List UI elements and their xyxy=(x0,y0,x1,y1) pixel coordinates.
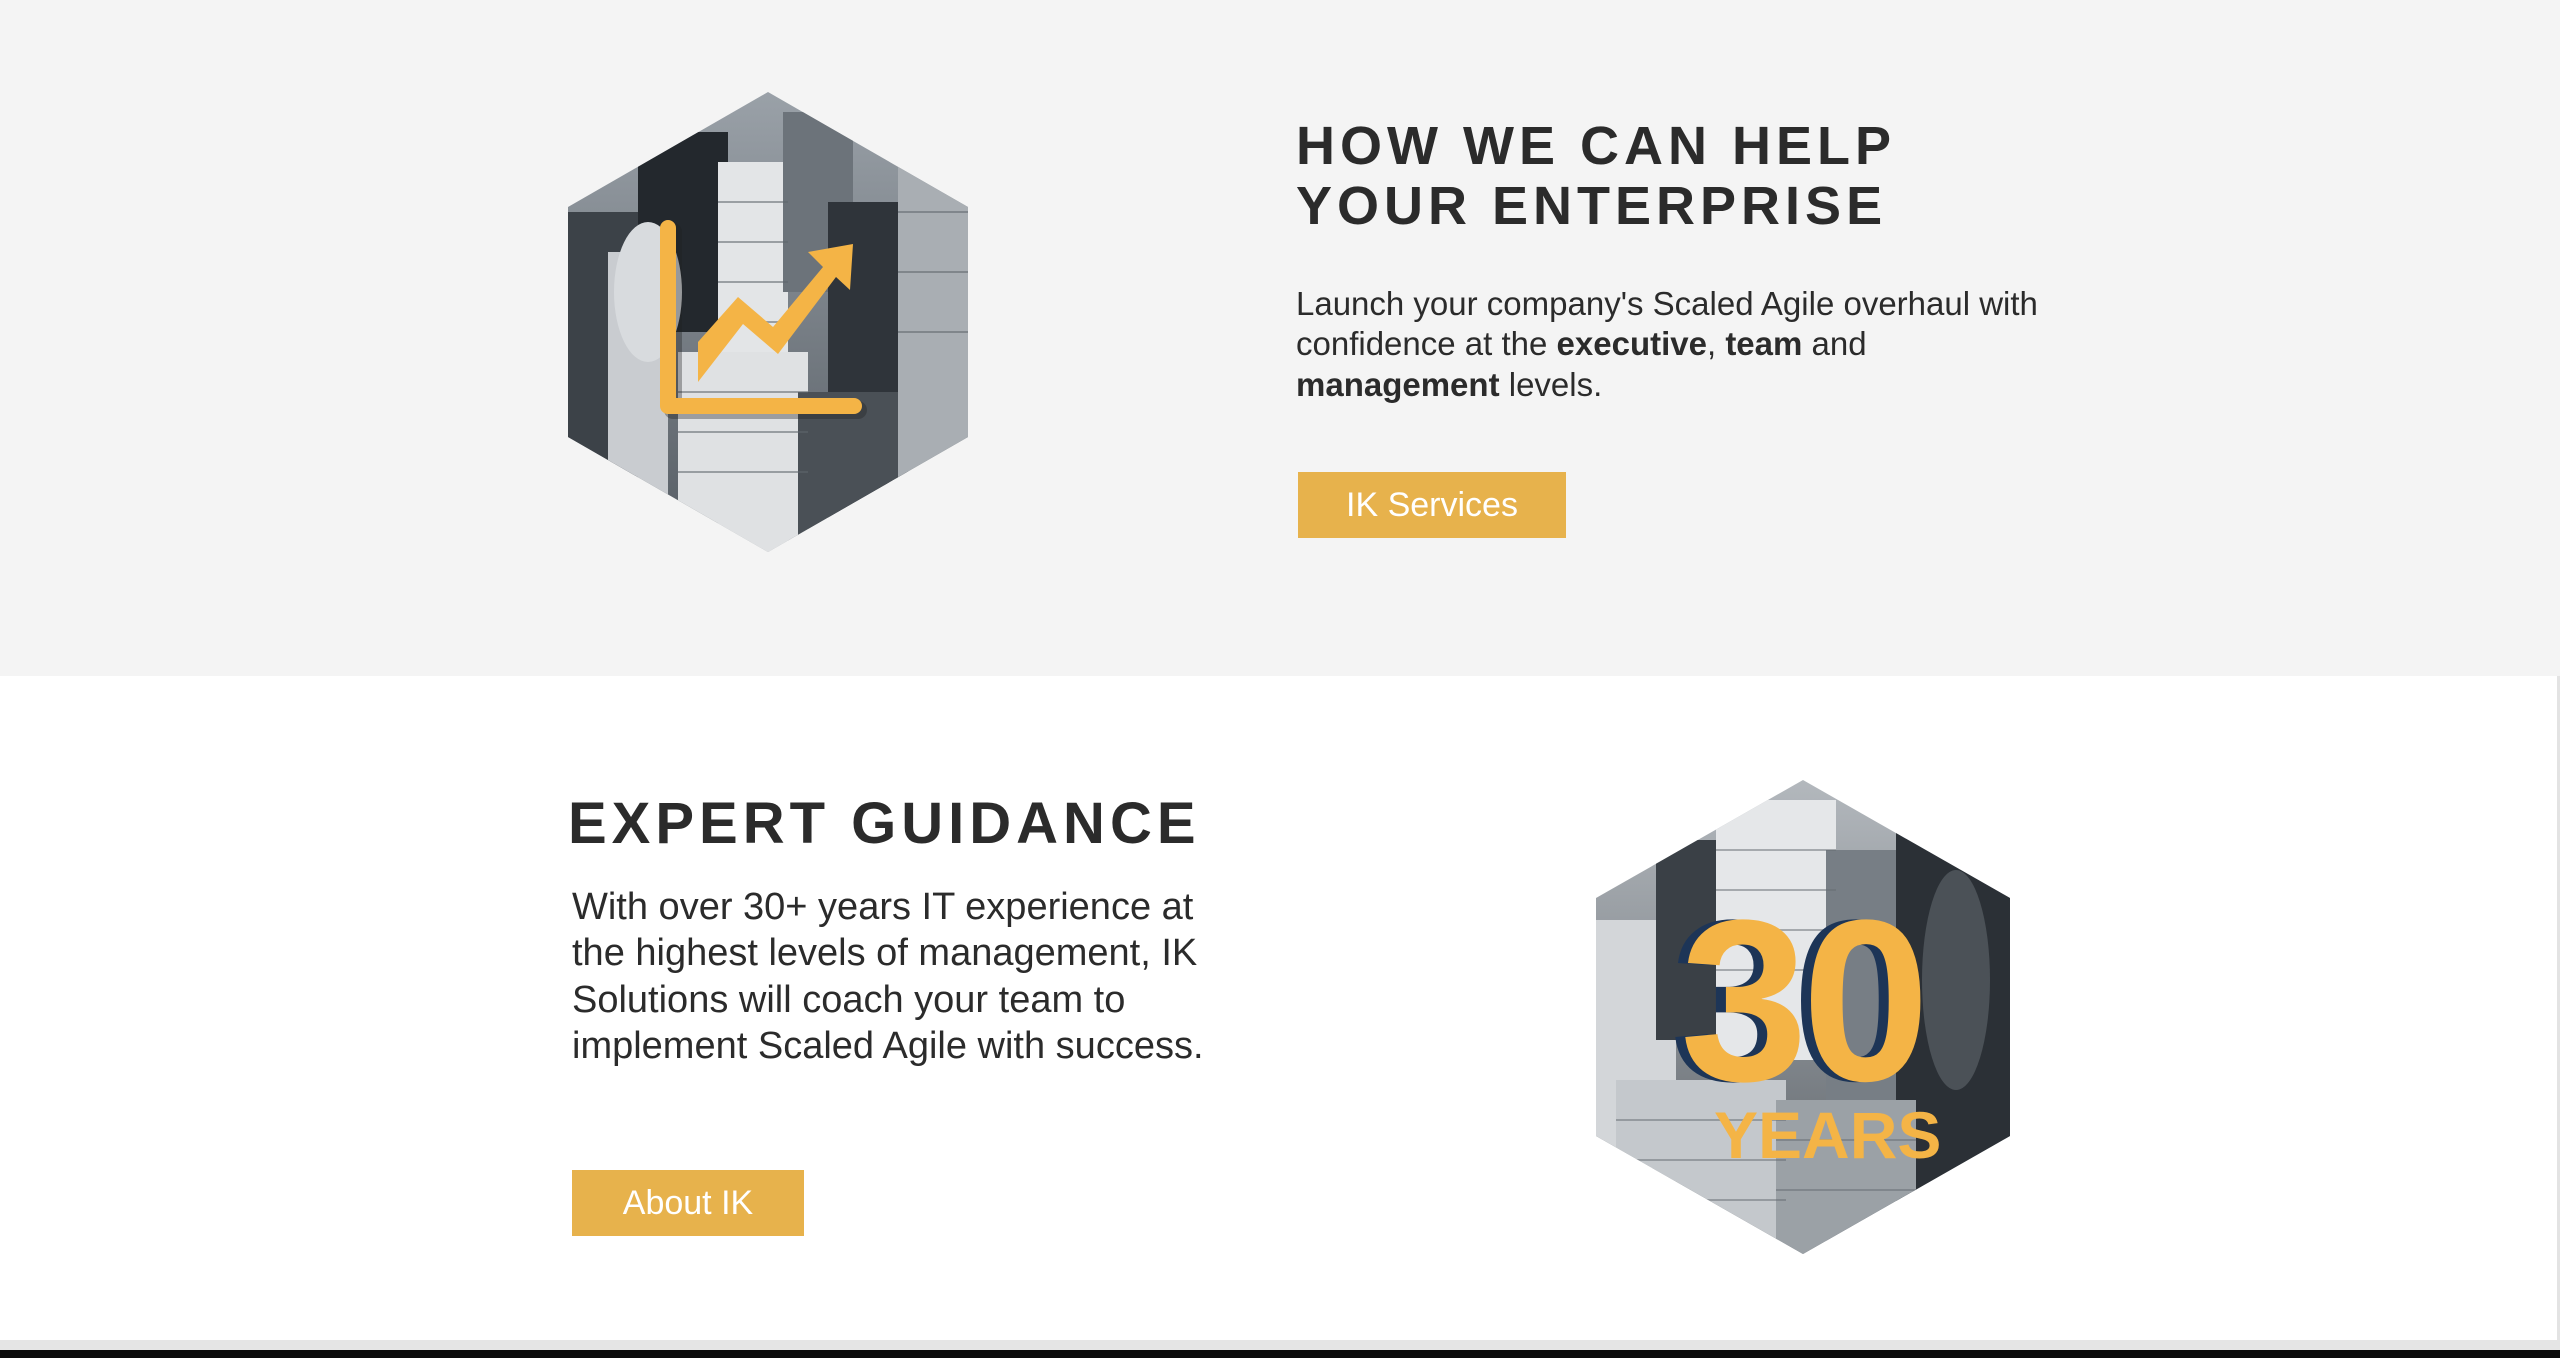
enterprise-hex-image xyxy=(568,92,968,552)
enterprise-heading: HOW WE CAN HELP YOUR ENTERPRISE xyxy=(1296,116,1896,237)
about-ik-button[interactable]: About IK xyxy=(572,1170,804,1236)
emphasis-executive: executive xyxy=(1556,325,1707,363)
expert-guidance-section: EXPERT GUIDANCE With over 30+ years IT e… xyxy=(0,676,2560,1340)
enterprise-description-sep: , xyxy=(1706,325,1726,363)
emphasis-management: management xyxy=(1296,365,1500,403)
ik-services-button[interactable]: IK Services xyxy=(1298,472,1566,538)
section-divider xyxy=(0,1340,2560,1350)
enterprise-description-and: and xyxy=(1802,325,1867,363)
guidance-description: With over 30+ years IT experience at the… xyxy=(572,886,1204,1068)
guidance-heading: EXPERT GUIDANCE xyxy=(568,791,1201,856)
next-section-edge xyxy=(0,1350,2560,1358)
thirty-years-hex-image: 30 30 YEARS xyxy=(1596,780,2010,1254)
badge-word: YEARS xyxy=(1714,1098,1941,1172)
enterprise-section: HOW WE CAN HELP YOUR ENTERPRISE Launch y… xyxy=(0,0,2560,676)
badge-number: 30 xyxy=(1680,872,1924,1129)
enterprise-description: Launch your company's Scaled Agile overh… xyxy=(1296,284,2056,405)
city-growth-graphic xyxy=(568,92,968,552)
enterprise-heading-line1: HOW WE CAN HELP xyxy=(1296,116,1896,176)
enterprise-heading-line2: YOUR ENTERPRISE xyxy=(1296,176,1888,237)
emphasis-team: team xyxy=(1725,325,1803,363)
enterprise-description-tail: levels. xyxy=(1499,365,1603,403)
thirty-years-badge: 30 30 YEARS xyxy=(1596,780,2010,1254)
